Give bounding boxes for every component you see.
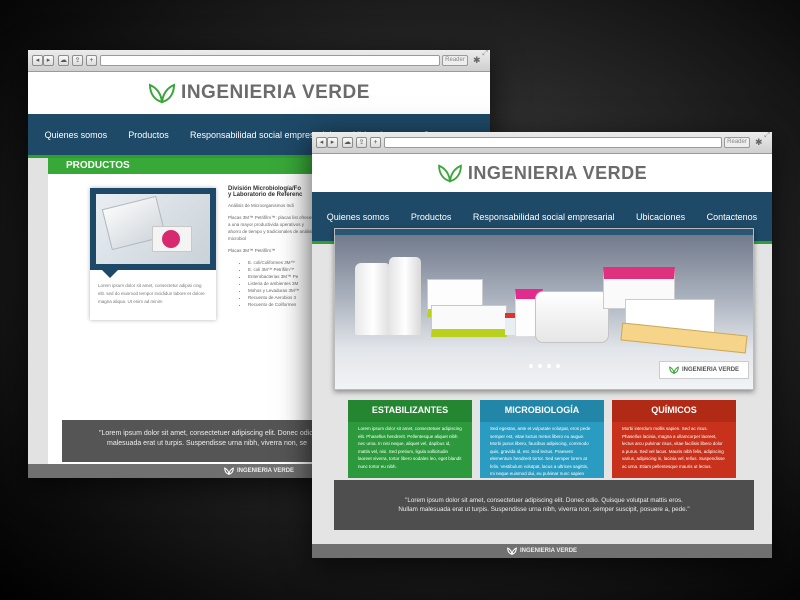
- logo-text: INGENIERIA VERDE: [181, 82, 370, 103]
- list-item: Mohos y Levaduras 3M™: [248, 287, 318, 294]
- nav-item-quienes-somos[interactable]: Quienes somos: [45, 130, 108, 140]
- product-description: División Microbiología/Fo y Laboratorio …: [228, 186, 318, 308]
- product-card[interactable]: Lorem ipsum dolor sit amet, consectetur …: [90, 188, 216, 320]
- hero-carousel[interactable]: INGENIERIA VERDE: [334, 228, 754, 390]
- content-area: INGENIERIA VERDE ESTABILIZANTES Lorem ip…: [312, 228, 772, 544]
- list-item: E. coli/Coliformes 3M™: [248, 259, 318, 266]
- hero-logo-text: INGENIERIA VERDE: [681, 367, 740, 373]
- description-paragraph: Placas 3M™ Petrifilm™: placas list ofrec…: [228, 215, 317, 241]
- column-quimicos[interactable]: QUÍMICOS Morbi interdum mollis sapien. S…: [612, 400, 736, 478]
- leaf-logo-icon: [437, 164, 462, 183]
- quote-line-2: malesuada erat ut turpis. Suspendisse ur…: [106, 440, 307, 447]
- browser-toolbar: ◂ ▸ ☁ ⇪ + Reader ✱ ⤢: [28, 50, 490, 72]
- column-text: Lorem ipsum dolor sit amet, consectetuer…: [358, 426, 462, 469]
- carousel-dot[interactable]: [529, 364, 533, 368]
- quote-box: "Lorem ipsum dolor sit amet, consectetue…: [334, 480, 754, 530]
- product-list: E. coli/Coliformes 3M™ E. coli 3M™ Petri…: [228, 259, 318, 308]
- leaf-logo-icon: [149, 83, 176, 104]
- share-icon[interactable]: ⇪: [72, 55, 83, 66]
- carousel-dot[interactable]: [538, 364, 542, 368]
- quote-box: "Lorem ipsum dolor sit amet, consectetue…: [62, 420, 352, 462]
- list-item: E. coli 3M™ Petrifilm™: [248, 266, 318, 273]
- carousel-dots: [529, 364, 560, 368]
- browser-toolbar: ◂ ▸ ☁ ⇪ + Reader ✱ ⤢: [312, 132, 772, 154]
- back-arrow-icon[interactable]: ◂: [316, 137, 327, 148]
- footer-logo-text: INGENIERIA VERDE: [519, 548, 578, 554]
- column-text: Morbi interdum mollis sapien. Sed ac ris…: [622, 426, 725, 469]
- forward-arrow-icon[interactable]: ▸: [327, 137, 338, 148]
- column-title: MICROBIOLOGÍA: [480, 400, 604, 422]
- site-logo[interactable]: INGENIERIA VERDE: [312, 154, 772, 192]
- list-item: Recuento de Coliformes: [248, 301, 318, 308]
- nav-item-responsabilidad[interactable]: Responsabilidad social empresarial: [190, 130, 332, 140]
- list-item: Listeria de ambientes 3M: [248, 280, 318, 287]
- footer-logo-text: INGENIERIA VERDE: [236, 468, 295, 474]
- cloud-icon[interactable]: ☁: [342, 137, 353, 148]
- address-bar[interactable]: [100, 55, 440, 66]
- reader-button[interactable]: Reader: [724, 137, 750, 148]
- front-browser-window: ◂ ▸ ☁ ⇪ + Reader ✱ ⤢ INGENIERIA VERDE Qu…: [312, 132, 772, 558]
- section-title: PRODUCTOS: [66, 160, 130, 171]
- category-columns: ESTABILIZANTES Lorem ipsum dolor sit ame…: [348, 400, 738, 491]
- leaf-logo-icon: [669, 366, 679, 374]
- site-footer: INGENIERIA VERDE: [312, 544, 772, 558]
- sample-vial: [505, 313, 515, 335]
- back-arrow-icon[interactable]: ◂: [32, 55, 43, 66]
- quote-line-1: "Lorem ipsum dolor sit amet, consectetue…: [405, 497, 683, 504]
- product-bottle: [389, 257, 421, 335]
- leaf-logo-icon: [224, 467, 234, 475]
- nav-item-quienes-somos[interactable]: Quienes somos: [327, 212, 390, 222]
- product-box-green: [431, 305, 507, 337]
- resize-icon[interactable]: ⤢: [482, 50, 488, 58]
- incubator-device: [535, 291, 609, 343]
- column-microbiologia[interactable]: MICROBIOLOGÍA Sed egestas, ante et vulpu…: [480, 400, 604, 491]
- quote-line-2: Nullam malesuada erat ut turpis. Suspend…: [398, 506, 690, 513]
- leaf-logo-icon: [507, 547, 517, 555]
- carousel-dot[interactable]: [547, 364, 551, 368]
- logo-text: INGENIERIA VERDE: [467, 162, 648, 183]
- address-bar[interactable]: [384, 137, 722, 148]
- add-tab-icon[interactable]: +: [86, 55, 97, 66]
- share-icon[interactable]: ⇪: [356, 137, 367, 148]
- nav-item-responsabilidad[interactable]: Responsabilidad social empresarial: [473, 212, 615, 222]
- analysis-line: Análisis de Microorganismos Indi: [228, 203, 294, 208]
- division-title-line-2: y Laboratorio de Referenc: [228, 192, 303, 198]
- column-title: ESTABILIZANTES: [348, 400, 472, 422]
- nav-item-ubicaciones[interactable]: Ubicaciones: [636, 212, 685, 222]
- forward-arrow-icon[interactable]: ▸: [43, 55, 54, 66]
- nav-item-contactenos[interactable]: Contactenos: [707, 212, 758, 222]
- carousel-dot[interactable]: [556, 364, 560, 368]
- hero-logo-badge: INGENIERIA VERDE: [659, 361, 749, 379]
- list-item: Enterobacterias 3M™ Pe: [248, 273, 318, 280]
- petrifilm-product-image: [96, 194, 210, 264]
- list-item: Recuento de Aerobios 3: [248, 294, 318, 301]
- product-bottle: [355, 263, 391, 335]
- site-logo[interactable]: INGENIERIA VERDE: [28, 72, 490, 114]
- nav-item-productos[interactable]: Productos: [411, 212, 452, 222]
- quote-line-1: "Lorem ipsum dolor sit amet, consectetue…: [98, 430, 316, 437]
- add-tab-icon[interactable]: +: [370, 137, 381, 148]
- column-title: QUÍMICOS: [612, 400, 736, 422]
- product-image-frame: [90, 188, 216, 270]
- nav-item-productos[interactable]: Productos: [128, 130, 169, 140]
- cloud-icon[interactable]: ☁: [58, 55, 69, 66]
- list-heading: Placas 3M™ Petrifilm™: [228, 248, 276, 253]
- column-estabilizantes[interactable]: ESTABILIZANTES Lorem ipsum dolor sit ame…: [348, 400, 472, 478]
- resize-icon[interactable]: ⤢: [764, 132, 770, 140]
- reader-button[interactable]: Reader: [442, 55, 468, 66]
